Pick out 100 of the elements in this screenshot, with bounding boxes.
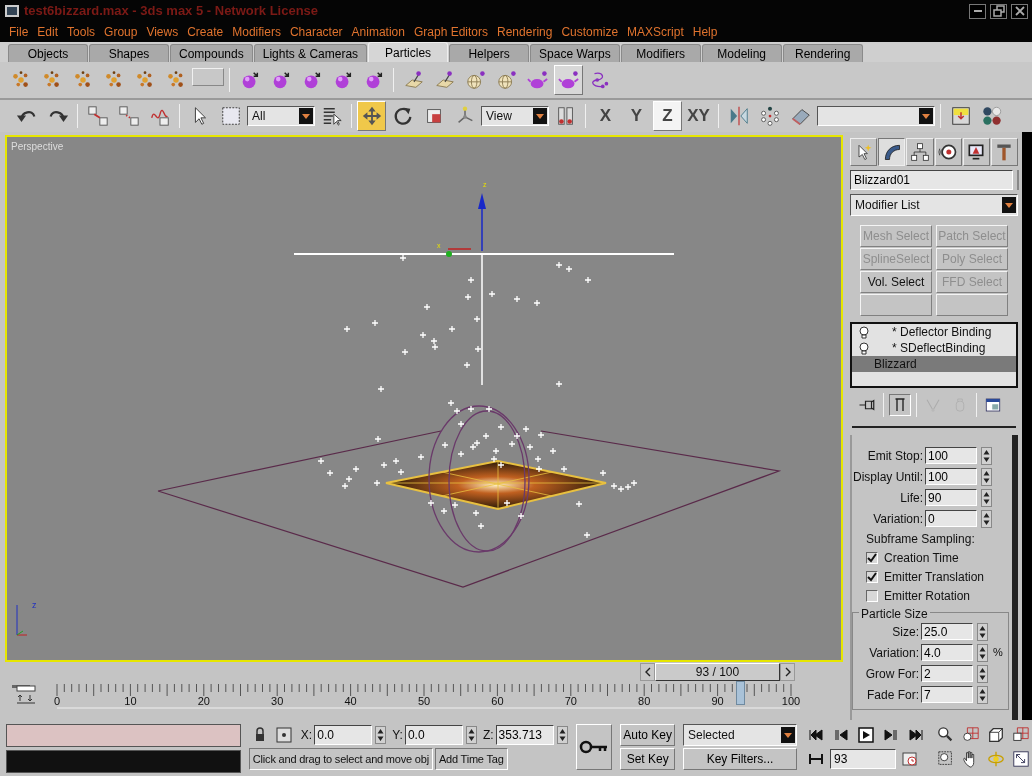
- spinner[interactable]: [981, 488, 992, 507]
- menu-item[interactable]: Help: [687, 23, 722, 41]
- listener-bar[interactable]: [6, 724, 241, 747]
- blank-button[interactable]: [192, 68, 224, 86]
- scrollbar[interactable]: [1022, 132, 1032, 720]
- menu-item[interactable]: Views: [141, 23, 183, 41]
- auto-key-button[interactable]: Auto Key: [620, 724, 675, 746]
- pad-icon: [402, 69, 425, 91]
- toolbar-button[interactable]: [357, 101, 386, 131]
- minimize-button[interactable]: [969, 3, 986, 19]
- number-field[interactable]: 100: [925, 447, 977, 464]
- tab[interactable]: Space Warps: [530, 44, 620, 62]
- number-field[interactable]: 90: [925, 489, 977, 506]
- restore-button[interactable]: [990, 3, 1007, 19]
- set-key-mode-button[interactable]: Set Key: [620, 748, 675, 770]
- tick-label: 50: [417, 695, 431, 707]
- menu-item[interactable]: Modifiers: [227, 23, 285, 41]
- number-field[interactable]: 100: [925, 468, 977, 485]
- modifier-stack[interactable]: * Deflector Binding * SDeflectBinding Blizzard: [850, 322, 1018, 388]
- clock-icon: [902, 751, 918, 767]
- spinner[interactable]: [981, 467, 992, 486]
- checkbox[interactable]: [866, 570, 878, 583]
- menu-item[interactable]: File: [4, 23, 33, 41]
- coordinate-field[interactable]: 353.713: [495, 725, 554, 745]
- move-icon: [360, 105, 383, 127]
- spinner[interactable]: [977, 622, 988, 641]
- dropdown[interactable]: [817, 106, 935, 126]
- close-button[interactable]: [1011, 3, 1028, 19]
- frame-marker[interactable]: [736, 681, 745, 705]
- toolbar-button[interactable]: [554, 65, 583, 95]
- number-field[interactable]: 7: [921, 686, 973, 703]
- axis-button[interactable]: X: [591, 101, 620, 131]
- tab[interactable]: Lights & Cameras: [253, 44, 368, 62]
- number-field[interactable]: 25.0: [921, 623, 973, 640]
- coordinate-field[interactable]: 0.0: [314, 725, 373, 745]
- unit-label: %: [993, 645, 1003, 661]
- key-filters-button[interactable]: Key Filters...: [683, 748, 797, 770]
- menu-item[interactable]: Character: [284, 23, 347, 41]
- key-mode-dropdown[interactable]: Selected: [683, 724, 797, 746]
- menu-item[interactable]: Customize: [556, 23, 623, 41]
- tab[interactable]: Modeling: [701, 44, 782, 62]
- dropdown[interactable]: All: [247, 106, 315, 126]
- menu-item[interactable]: Edit: [32, 23, 63, 41]
- menu-item[interactable]: Graph Editors: [409, 23, 493, 41]
- number-field[interactable]: 4.0: [921, 644, 973, 661]
- maximize-toggle-button[interactable]: [1010, 749, 1032, 769]
- modifier-button[interactable]: Vol. Select: [860, 271, 932, 293]
- axis-button[interactable]: Y: [622, 101, 651, 131]
- stack-item[interactable]: * Deflector Binding: [852, 324, 1016, 340]
- checkbox[interactable]: [866, 551, 878, 564]
- spinner[interactable]: [556, 726, 568, 744]
- restore-icon: [991, 4, 1006, 18]
- time-tag-button[interactable]: Add Time Tag: [434, 748, 508, 770]
- tab[interactable]: Modifiers: [620, 44, 701, 62]
- axis-button[interactable]: XY: [684, 101, 713, 131]
- menu-item[interactable]: MAXScript: [622, 23, 688, 41]
- menu-item[interactable]: Group: [99, 23, 142, 41]
- app-icon: [4, 4, 20, 18]
- tab[interactable]: Rendering: [782, 44, 863, 62]
- spinner[interactable]: [977, 664, 988, 683]
- number-field[interactable]: 2: [921, 665, 973, 682]
- spinner[interactable]: [977, 643, 988, 662]
- spinner[interactable]: [977, 685, 988, 704]
- current-frame-field[interactable]: 93: [830, 749, 896, 769]
- spinner[interactable]: [981, 446, 992, 465]
- tab[interactable]: Objects: [8, 44, 88, 62]
- spinner[interactable]: [981, 509, 992, 528]
- tick-label: 20: [197, 695, 210, 707]
- tab[interactable]: Shapes: [89, 44, 169, 62]
- blank-button[interactable]: [860, 294, 932, 316]
- viewport-label: Perspective: [11, 140, 64, 154]
- blank-button[interactable]: [936, 294, 1008, 316]
- menu-item[interactable]: Animation: [346, 23, 409, 41]
- spinner[interactable]: [375, 726, 387, 744]
- stack-tool-button[interactable]: [889, 394, 911, 416]
- modifier-list-dropdown[interactable]: Modifier List: [850, 194, 1018, 216]
- panel-tab[interactable]: [878, 138, 906, 166]
- tick-label: 100: [781, 695, 801, 707]
- tab[interactable]: Compounds: [170, 44, 253, 62]
- checkbox-label: Creation Time: [884, 549, 959, 567]
- tick-label: 40: [344, 695, 357, 707]
- play-button[interactable]: [855, 725, 877, 745]
- object-name-field[interactable]: Blizzard01: [850, 170, 1013, 190]
- axis-label: z: [32, 600, 37, 610]
- axis-button[interactable]: Z: [653, 101, 682, 131]
- coordinate-field[interactable]: 0.0: [404, 725, 463, 745]
- number-field[interactable]: 0: [925, 510, 977, 527]
- set-key-button[interactable]: [575, 724, 613, 770]
- menu-item[interactable]: Create: [182, 23, 228, 41]
- stack-item[interactable]: Blizzard: [852, 356, 1016, 372]
- field-label: Fade For:: [865, 686, 920, 704]
- stack-item[interactable]: * SDeflectBinding: [852, 340, 1016, 356]
- tab[interactable]: Helpers: [449, 44, 530, 62]
- tab[interactable]: Particles: [368, 42, 449, 62]
- spinner[interactable]: [465, 726, 477, 744]
- output-bar[interactable]: [6, 750, 241, 773]
- menu-item[interactable]: Tools: [62, 23, 100, 41]
- menu-item[interactable]: Rendering: [492, 23, 557, 41]
- checkbox[interactable]: [866, 589, 878, 602]
- dropdown[interactable]: View: [481, 106, 549, 126]
